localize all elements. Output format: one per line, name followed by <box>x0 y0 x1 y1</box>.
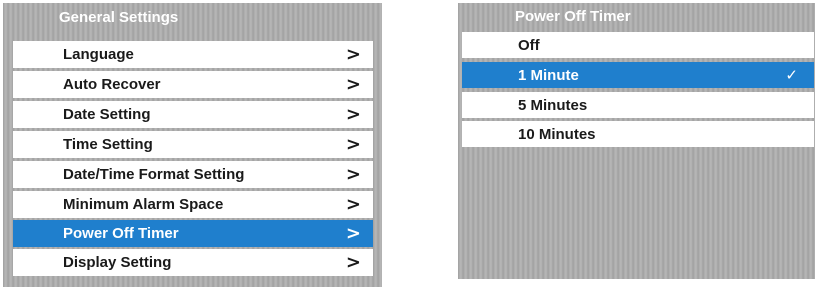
general-settings-panel: General Settings Language > Auto Recover… <box>3 3 382 287</box>
menu-item-power-off-timer[interactable]: Power Off Timer > <box>13 220 373 247</box>
option-10-minutes[interactable]: 10 Minutes <box>462 121 814 147</box>
option-label: 1 Minute <box>518 66 579 84</box>
menu-item-label: Power Off Timer <box>63 225 179 242</box>
option-off[interactable]: Off <box>462 32 814 58</box>
chevron-right-icon: > <box>345 194 361 215</box>
menu-item-label: Time Setting <box>63 136 153 153</box>
menu-item-label: Date/Time Format Setting <box>63 166 245 183</box>
chevron-right-icon: > <box>345 223 361 244</box>
menu-item-date-setting[interactable]: Date Setting > <box>13 101 373 128</box>
option-5-minutes[interactable]: 5 Minutes <box>462 92 814 118</box>
chevron-right-icon: > <box>345 164 361 185</box>
option-label: 5 Minutes <box>518 96 588 114</box>
chevron-right-icon: > <box>345 44 361 65</box>
power-off-timer-panel: Power Off Timer Off 1 Minute ✓ 5 Minutes… <box>458 3 815 279</box>
menu-item-minimum-alarm-space[interactable]: Minimum Alarm Space > <box>13 191 373 218</box>
option-label: Off <box>518 36 540 54</box>
general-settings-title: General Settings <box>59 9 179 26</box>
menu-item-language[interactable]: Language > <box>13 41 373 68</box>
menu-item-label: Minimum Alarm Space <box>63 196 224 213</box>
menu-item-label: Language <box>63 46 134 63</box>
menu-item-date-time-format-setting[interactable]: Date/Time Format Setting > <box>13 161 373 188</box>
option-1-minute[interactable]: 1 Minute ✓ <box>462 62 814 88</box>
menu-item-display-setting[interactable]: Display Setting > <box>13 249 373 276</box>
chevron-right-icon: > <box>345 252 361 273</box>
menu-item-label: Display Setting <box>63 254 172 271</box>
menu-item-label: Date Setting <box>63 106 151 123</box>
menu-item-label: Auto Recover <box>63 76 161 93</box>
chevron-right-icon: > <box>345 104 361 125</box>
chevron-right-icon: > <box>345 74 361 95</box>
menu-item-auto-recover[interactable]: Auto Recover > <box>13 71 373 98</box>
checkmark-icon: ✓ <box>785 66 798 84</box>
chevron-right-icon: > <box>345 134 361 155</box>
power-off-timer-title: Power Off Timer <box>515 8 631 25</box>
menu-item-time-setting[interactable]: Time Setting > <box>13 131 373 158</box>
option-label: 10 Minutes <box>518 125 596 143</box>
